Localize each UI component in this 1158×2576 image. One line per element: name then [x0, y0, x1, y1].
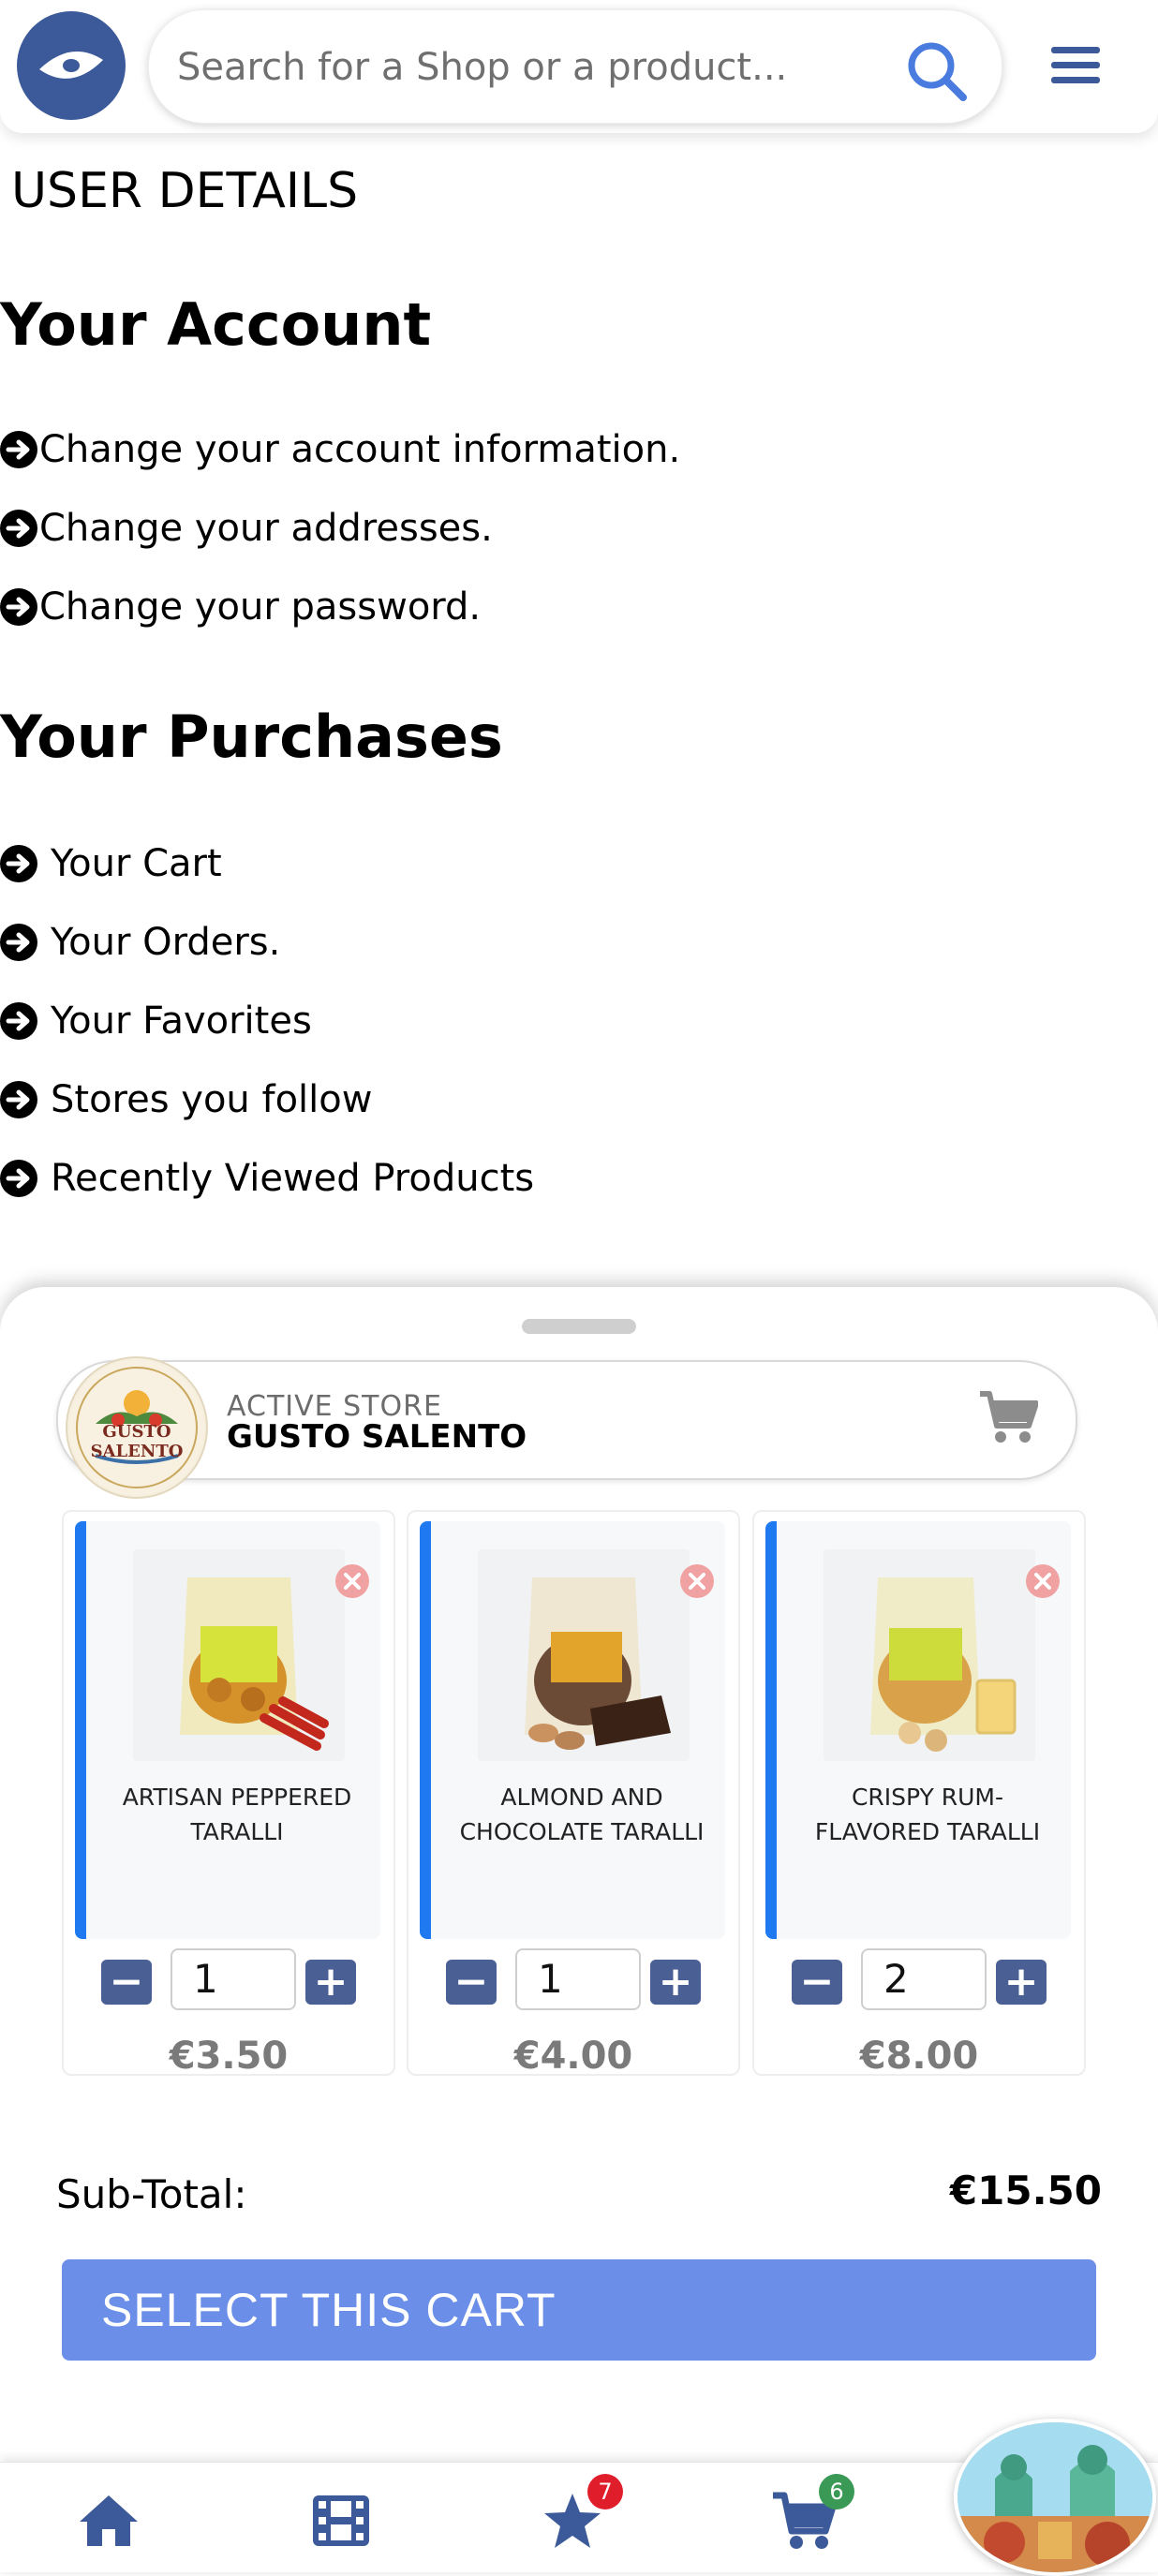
remove-item-icon[interactable]: [1024, 1562, 1062, 1600]
link-label: Stores you follow: [51, 1078, 373, 1121]
quantity-stepper: − 2 +: [754, 1948, 1084, 2014]
arrow-right-circle-icon: [0, 845, 37, 882]
account-info-link[interactable]: Change your account information.: [0, 422, 680, 478]
select-cart-button[interactable]: SELECT THIS CART: [62, 2259, 1096, 2361]
link-label: Change your account information.: [39, 428, 681, 471]
cart-product-card: CRISPY RUM-FLAVORED TARALLI − 2 + €8.00: [752, 1510, 1086, 2078]
avatar-image: [958, 2422, 1152, 2572]
nav-videos[interactable]: [304, 2483, 379, 2558]
nav-home[interactable]: [71, 2483, 146, 2558]
search-icon[interactable]: [906, 40, 968, 102]
film-icon: [313, 2495, 369, 2546]
arrow-right-circle-icon: [0, 1002, 37, 1040]
stores-followed-link[interactable]: Stores you follow: [0, 1072, 372, 1128]
purchases-section-title: Your Purchases: [0, 703, 503, 771]
arrow-right-circle-icon: [0, 1081, 37, 1118]
store-name: GUSTO SALENTO: [227, 1418, 527, 1456]
arrow-right-circle-icon: [0, 510, 37, 547]
your-cart-link[interactable]: Your Cart: [0, 836, 222, 892]
link-label: Change your password.: [39, 585, 482, 629]
nav-favorites[interactable]: 7: [535, 2474, 623, 2558]
menu-button[interactable]: [1021, 11, 1130, 120]
subtotal-label: Sub-Total:: [56, 2171, 247, 2217]
store-logo: GUSTO SALENTO: [66, 1356, 208, 1499]
eye-logo-icon: [39, 52, 103, 79]
cart-product-card: ARTISAN PEPPERED TARALLI − 1 + €3.50: [62, 1510, 395, 2078]
addresses-link[interactable]: Change your addresses.: [0, 500, 493, 556]
cart-icon[interactable]: [978, 1390, 1038, 1444]
arrow-right-circle-icon: [0, 431, 37, 468]
product-info[interactable]: ARTISAN PEPPERED TARALLI: [75, 1521, 380, 1939]
product-name: CRISPY RUM-FLAVORED TARALLI: [814, 1784, 1041, 1845]
remove-item-icon[interactable]: [334, 1562, 371, 1600]
arrow-right-circle-icon: [0, 1160, 37, 1197]
app-logo[interactable]: [17, 11, 126, 120]
search-input[interactable]: [175, 35, 910, 100]
link-label: Recently Viewed Products: [51, 1157, 535, 1200]
product-price: €4.00: [513, 2035, 633, 2078]
account-section-title: Your Account: [0, 290, 432, 359]
quantity-input[interactable]: 1: [515, 1948, 641, 2010]
remove-item-icon[interactable]: [678, 1562, 716, 1600]
your-orders-link[interactable]: Your Orders.: [0, 914, 280, 970]
cart-bottom-sheet: GUSTO SALENTO ACTIVE STORE GUSTO SALENTO: [0, 1287, 1158, 2571]
link-label: Your Favorites: [51, 999, 312, 1043]
cart-product-card: ALMOND AND CHOCOLATE TARALLI − 1 + €4.00: [407, 1510, 740, 2078]
decrease-qty-button[interactable]: −: [446, 1960, 497, 2005]
top-header: [0, 0, 1158, 133]
subtotal-value: €15.50: [949, 2168, 1102, 2213]
recently-viewed-link[interactable]: Recently Viewed Products: [0, 1150, 534, 1207]
increase-qty-button[interactable]: +: [305, 1960, 356, 2005]
product-name: ARTISAN PEPPERED TARALLI: [122, 1784, 352, 1845]
nav-cart[interactable]: 6: [766, 2474, 854, 2558]
decrease-qty-button[interactable]: −: [101, 1960, 152, 2005]
store-logo-text: GUSTO SALENTO: [90, 1422, 184, 1461]
quantity-input[interactable]: 1: [171, 1948, 296, 2010]
home-icon: [80, 2495, 138, 2546]
product-name: ALMOND AND CHOCOLATE TARALLI: [459, 1784, 705, 1845]
sheet-drag-handle[interactable]: [522, 1319, 636, 1334]
decrease-qty-button[interactable]: −: [792, 1960, 842, 2005]
your-favorites-link[interactable]: Your Favorites: [0, 993, 312, 1049]
product-image: [478, 1549, 690, 1761]
link-label: Your Cart: [51, 842, 222, 885]
link-label: Your Orders.: [51, 921, 281, 964]
password-link[interactable]: Change your password.: [0, 579, 481, 635]
search-bar: [148, 9, 1002, 124]
product-image: [824, 1549, 1035, 1761]
cart-count-badge: 6: [819, 2474, 854, 2509]
quantity-input[interactable]: 2: [861, 1948, 987, 2010]
product-info[interactable]: CRISPY RUM-FLAVORED TARALLI: [765, 1521, 1071, 1939]
increase-qty-button[interactable]: +: [650, 1960, 701, 2005]
increase-qty-button[interactable]: +: [996, 1960, 1047, 2005]
product-image: [133, 1549, 345, 1761]
arrow-right-circle-icon: [0, 588, 37, 626]
quantity-stepper: − 1 +: [64, 1948, 393, 2014]
product-price: €8.00: [859, 2035, 979, 2078]
product-info[interactable]: ALMOND AND CHOCOLATE TARALLI: [420, 1521, 725, 1939]
quantity-stepper: − 1 +: [408, 1948, 738, 2014]
active-store-bar[interactable]: GUSTO SALENTO ACTIVE STORE GUSTO SALENTO: [56, 1356, 1077, 1499]
page-heading: USER DETAILS: [11, 163, 359, 219]
favorites-count-badge: 7: [587, 2474, 623, 2509]
product-price: €3.50: [169, 2035, 289, 2078]
arrow-right-circle-icon: [0, 924, 37, 961]
link-label: Change your addresses.: [39, 507, 493, 550]
hamburger-menu-icon: [1051, 47, 1100, 83]
avatar[interactable]: [954, 2419, 1156, 2576]
